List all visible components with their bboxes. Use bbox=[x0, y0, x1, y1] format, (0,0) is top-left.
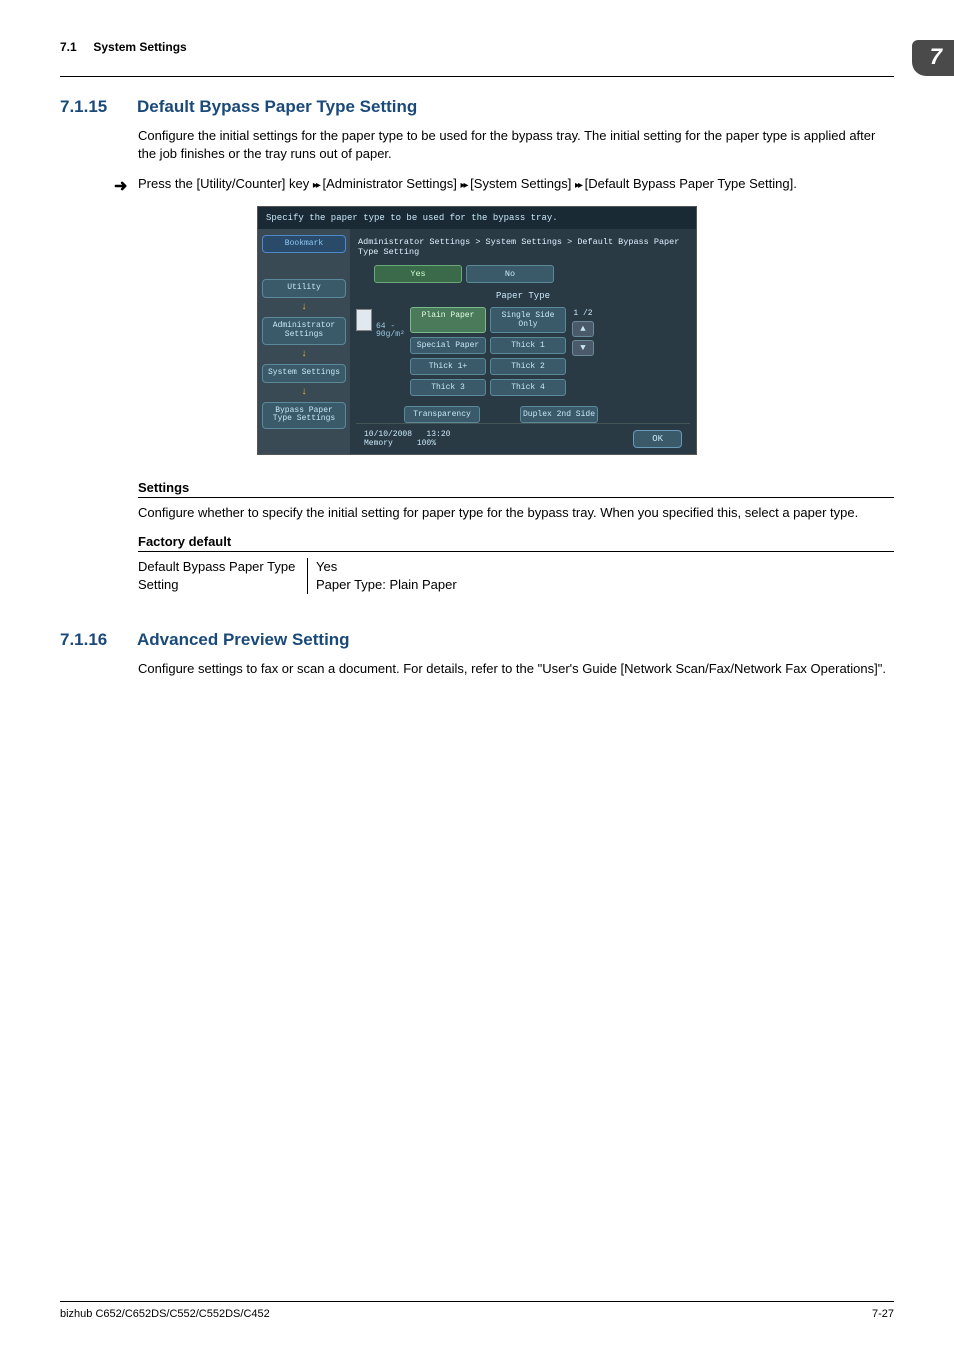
section-number: 7.1.16 bbox=[60, 630, 115, 650]
bookmark-button[interactable]: Bookmark bbox=[262, 235, 346, 254]
nav-text: [Default Bypass Paper Type Setting]. bbox=[581, 176, 797, 191]
duplex-button[interactable]: Duplex 2nd Side bbox=[520, 406, 598, 423]
transparency-button[interactable]: Transparency bbox=[404, 406, 480, 423]
paper-thumb-icon bbox=[356, 309, 372, 331]
ss-sidebar: Bookmark Utility ↓ Administrator Setting… bbox=[258, 229, 350, 454]
single-side-button[interactable]: Single Side Only bbox=[490, 307, 566, 333]
ss-breadcrumb: Administrator Settings > System Settings… bbox=[356, 233, 690, 265]
ui-screenshot: Specify the paper type to be used for th… bbox=[257, 206, 697, 455]
footer-model: bizhub C652/C652DS/C552/C552DS/C452 bbox=[60, 1308, 270, 1320]
ss-memory-label: Memory bbox=[364, 439, 393, 448]
thick1-button[interactable]: Thick 1 bbox=[490, 337, 566, 354]
ss-time: 13:20 bbox=[426, 430, 450, 439]
system-settings-button[interactable]: System Settings bbox=[262, 364, 346, 383]
admin-settings-button[interactable]: Administrator Settings bbox=[262, 317, 346, 345]
factory-default-table: Default Bypass Paper Type Setting Yes Pa… bbox=[138, 558, 894, 594]
nav-text: Press the [Utility/Counter] key bbox=[138, 176, 313, 191]
down-arrow-icon: ↓ bbox=[262, 387, 346, 398]
ss-date: 10/10/2008 bbox=[364, 430, 412, 439]
thick1plus-button[interactable]: Thick 1+ bbox=[410, 358, 486, 375]
utility-button[interactable]: Utility bbox=[262, 279, 346, 298]
section-title: Default Bypass Paper Type Setting bbox=[137, 97, 417, 117]
weight-label: 64 - 90g/m² bbox=[376, 307, 404, 396]
page-up-button[interactable]: ▲ bbox=[572, 321, 594, 337]
factory-default-heading: Factory default bbox=[138, 534, 894, 552]
settings-body: Configure whether to specify the initial… bbox=[138, 504, 894, 522]
footer-page: 7-27 bbox=[872, 1308, 894, 1320]
intro-text: Configure the initial settings for the p… bbox=[138, 127, 894, 163]
chapter-badge: 7 bbox=[912, 40, 954, 76]
thick3-button[interactable]: Thick 3 bbox=[410, 379, 486, 396]
no-button[interactable]: No bbox=[466, 265, 554, 283]
factory-left-cell: Default Bypass Paper Type Setting bbox=[138, 558, 308, 594]
section-number: 7.1.15 bbox=[60, 97, 115, 117]
thick2-button[interactable]: Thick 2 bbox=[490, 358, 566, 375]
nav-text: [System Settings] bbox=[467, 176, 575, 191]
bypass-settings-button[interactable]: Bypass Paper Type Settings bbox=[262, 402, 346, 430]
ss-memory-val: 100% bbox=[417, 439, 436, 448]
page-indicator: 1 /2 bbox=[573, 309, 592, 318]
yes-button[interactable]: Yes bbox=[374, 265, 462, 283]
factory-value-2: Paper Type: Plain Paper bbox=[316, 576, 457, 594]
ss-instruction: Specify the paper type to be used for th… bbox=[258, 207, 696, 229]
page-header: 7.1 System Settings 7 bbox=[60, 40, 894, 77]
header-section-num: 7.1 bbox=[60, 40, 77, 54]
special-paper-button[interactable]: Special Paper bbox=[410, 337, 486, 354]
navigation-path: ➜ Press the [Utility/Counter] key [Admin… bbox=[138, 175, 894, 193]
header-section-title: System Settings bbox=[93, 40, 186, 54]
section-title: Advanced Preview Setting bbox=[137, 630, 350, 650]
plain-paper-button[interactable]: Plain Paper bbox=[410, 307, 486, 333]
paper-type-label: Paper Type bbox=[356, 289, 690, 307]
down-arrow-icon: ↓ bbox=[262, 349, 346, 360]
section-body: Configure settings to fax or scan a docu… bbox=[138, 660, 894, 678]
factory-value-1: Yes bbox=[316, 558, 457, 576]
page-footer: bizhub C652/C652DS/C552/C552DS/C452 7-27 bbox=[60, 1301, 894, 1320]
down-arrow-icon: ↓ bbox=[262, 302, 346, 313]
settings-heading: Settings bbox=[138, 480, 894, 498]
ok-button[interactable]: OK bbox=[633, 430, 682, 448]
arrow-icon: ➜ bbox=[114, 176, 127, 198]
nav-text: [Administrator Settings] bbox=[319, 176, 461, 191]
page-down-button[interactable]: ▼ bbox=[572, 340, 594, 356]
thick4-button[interactable]: Thick 4 bbox=[490, 379, 566, 396]
